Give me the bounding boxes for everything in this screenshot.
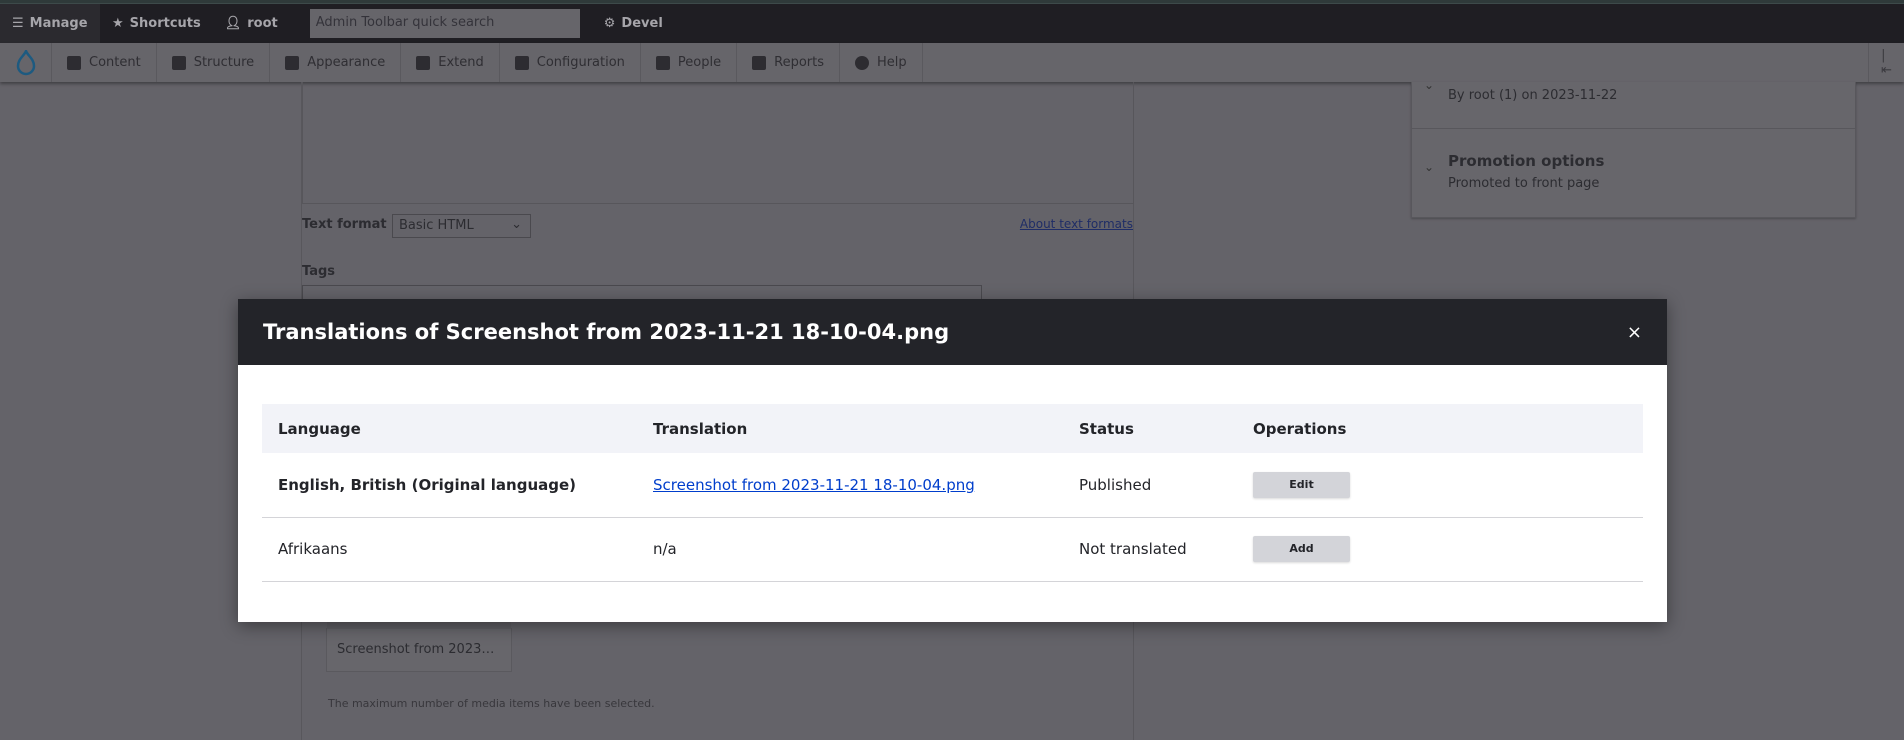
dialog-header: Translations of Screenshot from 2023-11-… [238,299,1667,365]
user-label: root [247,16,278,31]
table-row: English, British (Original language) Scr… [262,453,1643,518]
manage-label: Manage [29,16,88,31]
table-row: Afrikaans n/a Not translated Add [262,517,1643,582]
content-icon [67,55,81,70]
menu-label: Appearance [307,55,386,70]
devel-label: Devel [621,16,663,31]
operations-cell: Edit [1237,453,1643,518]
text-format-value: Basic HTML [399,218,474,233]
hamburger-icon: ☰ [12,16,24,31]
column-header: Operations [1237,404,1643,453]
menu-label: Help [877,55,907,70]
close-icon[interactable]: × [1627,322,1642,343]
add-button[interactable]: Add [1253,536,1350,562]
menu-help[interactable]: Help [840,43,923,82]
user-icon: 👤︎ [224,16,242,31]
puzzle-icon [416,55,431,70]
translation-link[interactable]: Screenshot from 2023-11-21 18-10-04.png [653,476,975,494]
sidebar-panel: ⌄ By root (1) on 2023-11-22 ⌄ Promotion … [1411,78,1856,218]
menu-structure[interactable]: Structure [157,43,271,82]
user-tab[interactable]: 👤︎ root [213,4,290,43]
dialog-title: Translations of Screenshot from 2023-11-… [263,320,950,344]
tags-label: Tags [302,264,336,279]
collapse-toolbar-icon[interactable]: |⇤ [1868,43,1904,82]
chevron-down-icon: ⌄ [511,217,522,232]
chevron-down-icon[interactable]: ⌄ [1424,78,1434,92]
quick-search-input[interactable]: Admin Toolbar quick search [309,9,580,38]
column-header: Language [262,404,637,453]
menu-label: People [677,55,722,70]
max-media-message: The maximum number of media items have b… [328,697,655,710]
text-format-select[interactable]: Basic HTML ⌄ [392,214,531,238]
reports-icon [752,55,767,70]
status-cell: Not translated [1063,517,1237,582]
translations-dialog: Translations of Screenshot from 2023-11-… [238,299,1667,622]
menu-people[interactable]: People [641,43,738,82]
menu-reports[interactable]: Reports [737,43,840,82]
operations-cell: Add [1237,517,1643,582]
menu-content[interactable]: Content [52,43,157,82]
manage-tab[interactable]: ☰ Manage [0,4,100,43]
authoring-summary: By root (1) on 2023-11-22 [1448,88,1618,103]
shortcuts-label: Shortcuts [129,16,201,31]
promotion-options-toggle[interactable]: Promotion options [1448,152,1604,170]
status-cell: Published [1063,453,1237,518]
menu-label: Reports [774,55,824,70]
media-item-name: Screenshot from 2023… [337,642,495,657]
chevron-down-icon[interactable]: ⌄ [1424,160,1434,174]
wrench-icon [514,55,529,70]
divider [1412,128,1855,129]
admin-menu: Content Structure Appearance Extend Conf… [0,43,1904,82]
menu-label: Content [89,55,141,70]
edit-button[interactable]: Edit [1253,471,1350,498]
drupal-logo-icon[interactable] [0,43,52,82]
menu-appearance[interactable]: Appearance [270,43,402,82]
shortcuts-tab[interactable]: ★ Shortcuts [100,4,213,43]
translation-cell: n/a [637,517,1063,582]
column-header: Status [1063,404,1237,453]
menu-label: Configuration [536,55,625,70]
media-item[interactable]: Screenshot from 2023… [326,617,512,672]
about-text-formats-link[interactable]: About text formats [1020,217,1133,231]
language-cell: English, British (Original language) [262,453,637,518]
language-cell: Afrikaans [262,517,637,582]
text-format-label: Text format [302,217,387,232]
star-icon: ★ [112,16,124,31]
promotion-summary: Promoted to front page [1448,176,1600,191]
body-textarea[interactable] [302,82,1134,204]
menu-label: Extend [438,55,484,70]
structure-icon [171,55,186,70]
menu-configuration[interactable]: Configuration [500,43,641,82]
people-icon [655,55,670,70]
menu-extend[interactable]: Extend [401,43,500,82]
devel-tab[interactable]: ⚙ Devel [592,4,675,43]
gear-icon: ⚙ [603,16,616,31]
admin-toolbar: ☰ Manage ★ Shortcuts 👤︎ root Admin Toolbar … [0,4,1904,43]
menu-label: Structure [193,55,255,70]
column-header: Translation [637,404,1063,453]
translation-cell: Screenshot from 2023-11-21 18-10-04.png [637,453,1063,518]
appearance-icon [285,55,300,70]
translations-table: Language Translation Status Operations E… [262,404,1643,582]
help-icon [855,55,869,70]
